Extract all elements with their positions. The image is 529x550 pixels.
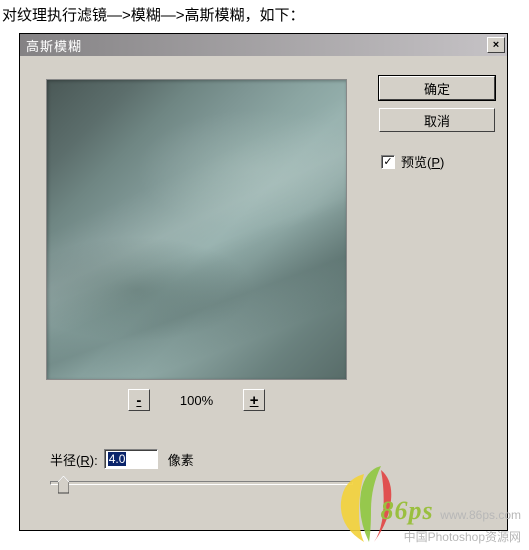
radius-value: 4.0	[108, 452, 127, 466]
zoom-controls: - 100% +	[46, 388, 347, 412]
close-button[interactable]: ×	[487, 37, 505, 53]
instruction-caption: 对纹理执行滤镜—>模糊—>高斯模糊，如下：	[0, 0, 529, 31]
right-panel: 确定 取消 ✓ 预览(P)	[379, 76, 495, 171]
zoom-in-button[interactable]: +	[243, 389, 265, 411]
preview-checkbox-row: ✓ 预览(P)	[379, 152, 495, 171]
minus-icon: -	[136, 392, 141, 409]
radius-input[interactable]: 4.0	[104, 449, 158, 469]
cancel-button[interactable]: 取消	[379, 108, 495, 132]
zoom-level-label: 100%	[180, 393, 213, 408]
preview-label: 预览(P)	[401, 152, 444, 171]
radius-label: 半径(R):	[50, 450, 98, 469]
close-icon: ×	[493, 39, 499, 51]
preview-checkbox[interactable]: ✓	[381, 155, 395, 169]
radius-unit: 像素	[168, 450, 194, 469]
preview-image[interactable]	[46, 79, 347, 380]
radius-row: 半径(R): 4.0 像素	[50, 449, 194, 469]
ok-button[interactable]: 确定	[379, 76, 495, 100]
gaussian-blur-dialog: 高斯模糊 × - 100% + 半径(R): 4.0 像素	[19, 33, 508, 531]
dialog-titlebar[interactable]: 高斯模糊 ×	[20, 34, 507, 56]
dialog-title: 高斯模糊	[26, 36, 82, 55]
dialog-body: - 100% + 半径(R): 4.0 像素	[20, 56, 507, 530]
slider-thumb[interactable]	[58, 476, 69, 494]
zoom-out-button[interactable]: -	[128, 389, 150, 411]
check-icon: ✓	[383, 155, 392, 168]
radius-slider[interactable]	[50, 481, 353, 485]
plus-icon: +	[250, 392, 259, 409]
watermark-tagline: 中国Photoshop资源网	[381, 529, 522, 546]
